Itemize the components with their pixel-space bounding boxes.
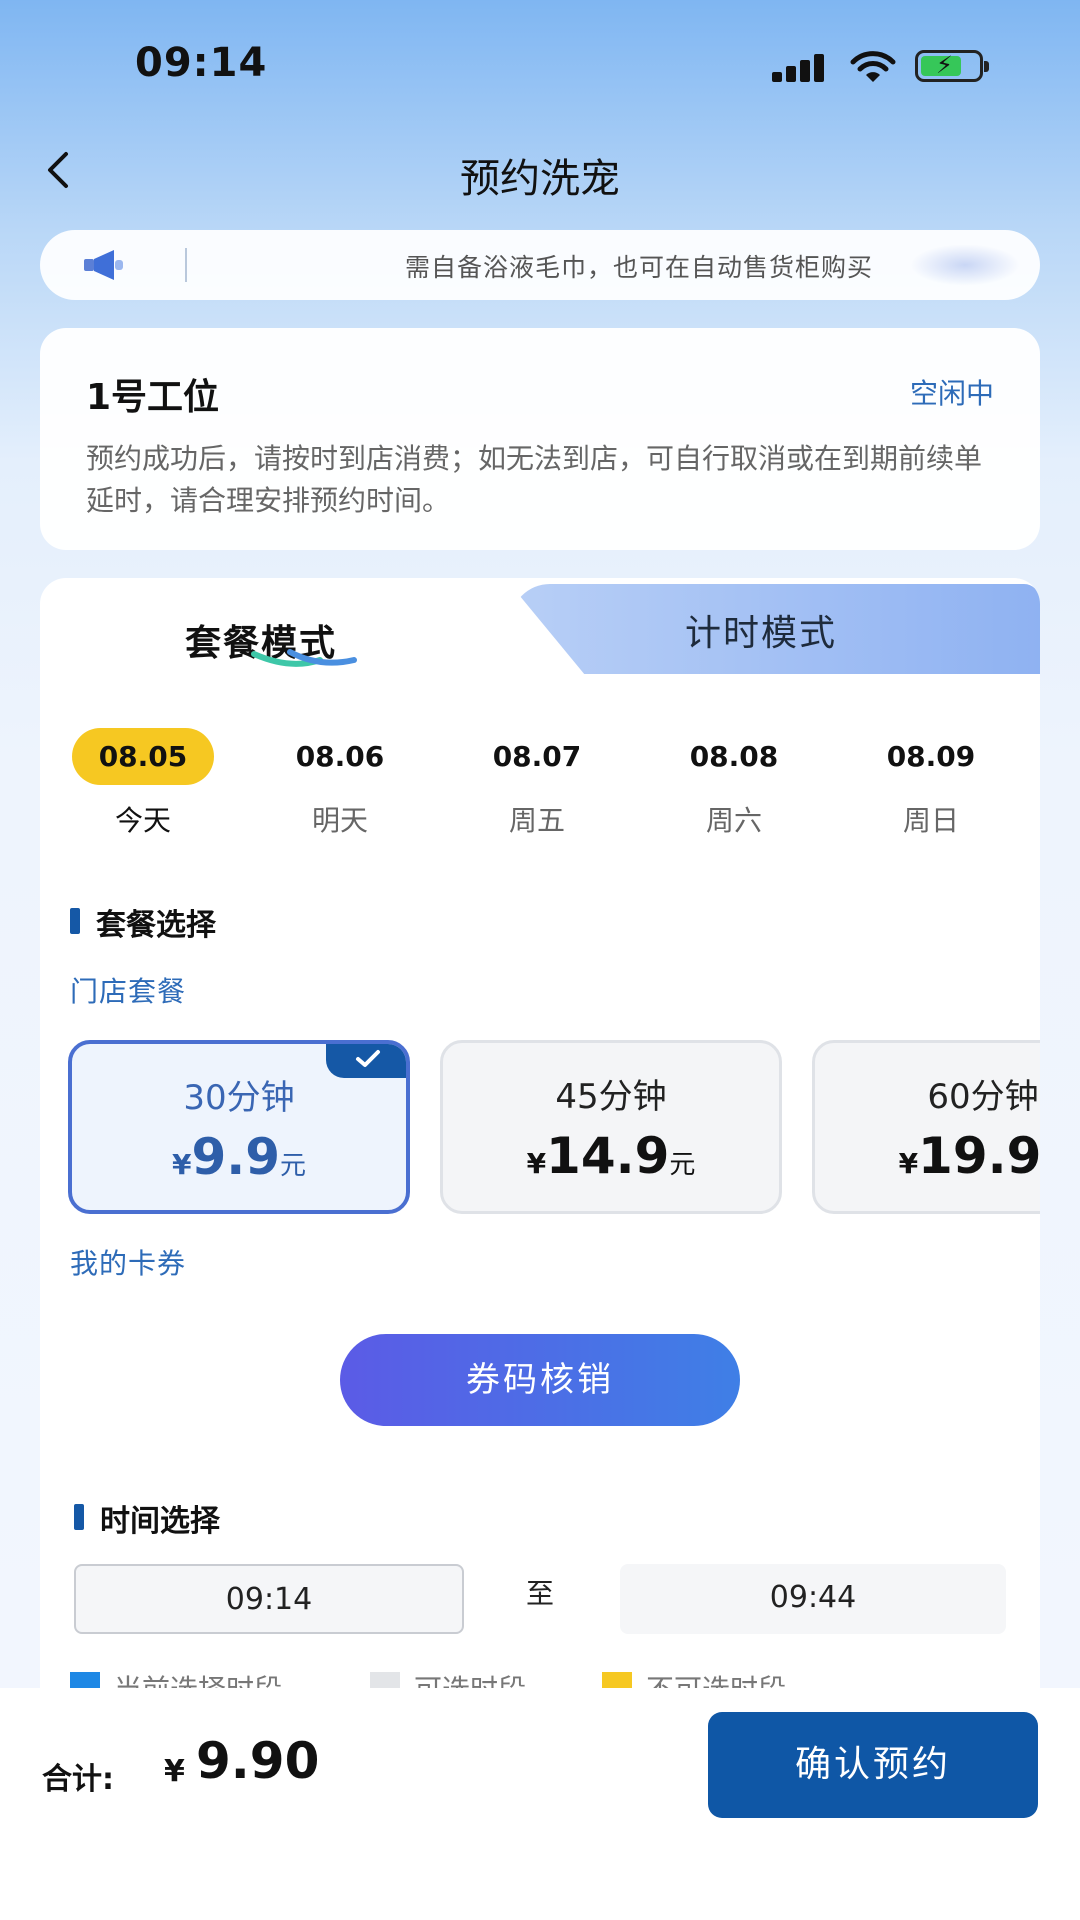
date-value: 08.07 bbox=[492, 740, 582, 773]
total-amount: 9.90 bbox=[196, 1732, 320, 1790]
package-option-45[interactable]: 45分钟 ¥14.9元 bbox=[440, 1040, 782, 1214]
date-item[interactable]: 08.06 明天 bbox=[260, 728, 420, 839]
checkout-bar: 合计: ¥ 9.90 确认预约 bbox=[0, 1688, 1080, 1920]
battery-icon: ⚡ bbox=[915, 50, 989, 82]
station-name: 1号工位 bbox=[86, 377, 220, 418]
package-duration: 45分钟 bbox=[555, 1077, 667, 1117]
megaphone-icon bbox=[84, 250, 123, 280]
package-price: ¥14.9元 bbox=[526, 1127, 696, 1185]
my-coupons-link[interactable]: 我的卡券 bbox=[70, 1242, 186, 1282]
total-label: 合计: bbox=[42, 1762, 114, 1797]
package-price: ¥19.9元 bbox=[898, 1127, 1040, 1185]
check-icon bbox=[356, 1050, 380, 1067]
legend-label: 可选时段 bbox=[414, 1668, 526, 1688]
status-bar: 09:14 ⚡ bbox=[0, 0, 1080, 130]
date-weekday: 周五 bbox=[508, 804, 565, 837]
legend-swatch bbox=[370, 1672, 400, 1688]
package-option-60[interactable]: 60分钟 ¥19.9元 bbox=[812, 1040, 1040, 1214]
date-item[interactable]: 08.09 周日 bbox=[851, 728, 1011, 839]
nav-bar: 预约洗宠 bbox=[0, 130, 1080, 210]
time-section-title: 时间选择 bbox=[100, 1504, 220, 1539]
date-value: 08.06 bbox=[295, 740, 385, 773]
date-weekday: 周六 bbox=[705, 804, 762, 837]
page-title: 预约洗宠 bbox=[460, 156, 620, 202]
package-duration: 60分钟 bbox=[927, 1077, 1039, 1117]
notice-fade bbox=[910, 244, 1020, 286]
date-item[interactable]: 08.08 周六 bbox=[654, 728, 814, 839]
status-time: 09:14 bbox=[135, 40, 268, 86]
legend-swatch bbox=[602, 1672, 632, 1688]
date-value: 08.09 bbox=[886, 740, 976, 773]
date-weekday: 明天 bbox=[311, 804, 368, 837]
legend-label: 当前选择时段 bbox=[114, 1668, 282, 1688]
tab-timer-mode[interactable]: 计时模式 bbox=[510, 584, 1040, 674]
section-marker-icon bbox=[70, 908, 80, 934]
tab-underline-brush bbox=[251, 649, 357, 667]
verify-coupon-button[interactable]: 券码核销 bbox=[340, 1334, 740, 1426]
station-description: 预约成功后，请按时到店消费；如无法到店，可自行取消或在到期前续单延时，请合理安排… bbox=[86, 442, 983, 517]
date-selector: 08.05 今天 08.06 明天 08.07 周五 08.08 周六 08.0… bbox=[40, 728, 1040, 848]
package-section-title: 套餐选择 bbox=[96, 908, 216, 943]
confirm-booking-button[interactable]: 确认预约 bbox=[708, 1712, 1038, 1818]
station-status: 空闲中 bbox=[909, 377, 994, 410]
cellular-signal-icon bbox=[772, 52, 828, 82]
date-value: 08.08 bbox=[689, 740, 779, 773]
package-duration: 30分钟 bbox=[183, 1078, 295, 1118]
date-weekday: 今天 bbox=[114, 804, 171, 837]
end-time-field[interactable]: 09:44 bbox=[620, 1564, 1006, 1634]
mode-tabs: 计时模式 套餐模式 bbox=[40, 578, 1040, 674]
start-time-field[interactable]: 09:14 bbox=[74, 1564, 464, 1634]
time-range-separator: 至 bbox=[526, 1577, 555, 1610]
notice-divider bbox=[185, 248, 187, 282]
wifi-icon bbox=[850, 51, 896, 82]
tab-label: 计时模式 bbox=[685, 613, 838, 654]
notice-text: 需自备浴液毛巾，也可在自动售货柜购买 bbox=[405, 253, 874, 282]
legend-label: 不可选时段 bbox=[646, 1668, 786, 1688]
notice-banner: 需自备浴液毛巾，也可在自动售货柜购买 bbox=[40, 230, 1040, 300]
total-currency: ¥ bbox=[164, 1754, 185, 1789]
date-item[interactable]: 08.07 周五 bbox=[457, 728, 617, 839]
station-card: 1号工位 空闲中 预约成功后，请按时到店消费；如无法到店，可自行取消或在到期前续… bbox=[40, 328, 1040, 550]
section-marker-icon bbox=[74, 1504, 84, 1530]
package-option-30[interactable]: 30分钟 ¥9.9元 bbox=[68, 1040, 410, 1214]
legend-swatch bbox=[70, 1672, 100, 1688]
booking-card: 计时模式 套餐模式 08.05 今天 08.06 明天 08.07 周五 08.… bbox=[40, 578, 1040, 1688]
tab-package-mode[interactable]: 套餐模式 bbox=[40, 578, 560, 674]
package-price: ¥9.9元 bbox=[171, 1128, 307, 1186]
date-weekday: 周日 bbox=[902, 804, 959, 837]
date-value: 08.05 bbox=[72, 728, 214, 785]
store-package-link[interactable]: 门店套餐 bbox=[70, 970, 186, 1010]
date-item[interactable]: 08.05 今天 bbox=[63, 728, 223, 839]
